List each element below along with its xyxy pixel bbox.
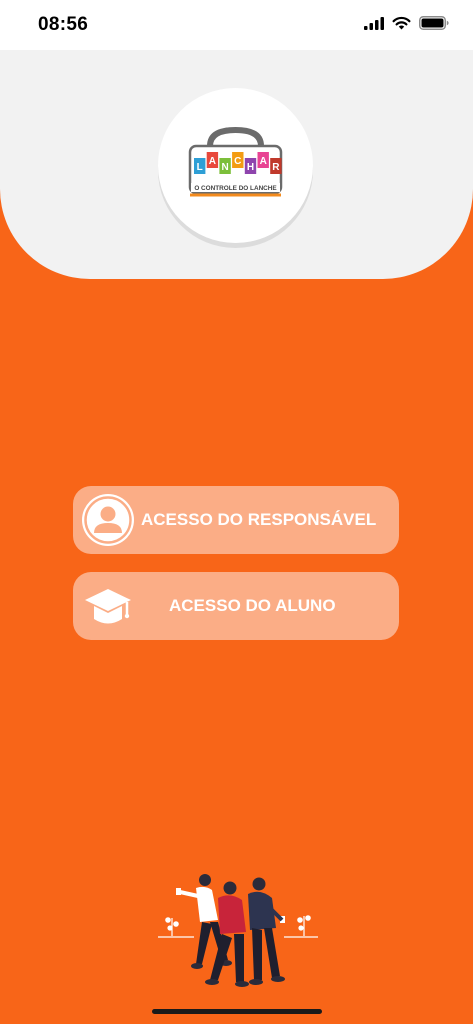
signal-icon: [364, 16, 384, 30]
status-bar: 08:56: [0, 0, 473, 50]
battery-icon: [419, 16, 449, 30]
responsavel-access-button[interactable]: ACESSO DO RESPONSÁVEL: [73, 486, 399, 554]
status-time: 08:56: [38, 14, 89, 35]
logo-letter: A: [260, 156, 267, 167]
responsavel-access-label: ACESSO DO RESPONSÁVEL: [141, 510, 377, 529]
app-logo: LANCHAR O CONTROLE DO LANCHE: [158, 88, 313, 243]
home-indicator[interactable]: [152, 1009, 322, 1014]
plant-left-icon: [158, 917, 194, 938]
graduation-cap-icon: [85, 589, 131, 624]
user-avatar-icon: [82, 494, 134, 546]
logo-letter: H: [247, 162, 254, 173]
lunchbox-logo-icon: LANCHAR O CONTROLE DO LANCHE: [188, 126, 283, 197]
aluno-access-label: ACESSO DO ALUNO: [169, 596, 336, 615]
logo-tagline: O CONTROLE DO LANCHE: [194, 185, 277, 192]
wifi-icon: [392, 16, 411, 30]
logo-letter: C: [234, 156, 241, 167]
plant-right-icon: [284, 915, 318, 938]
aluno-access-button[interactable]: ACESSO DO ALUNO: [73, 572, 399, 640]
logo-letter: A: [209, 156, 216, 167]
logo-letter: N: [221, 162, 228, 173]
status-icons: [364, 16, 449, 30]
logo-letter: R: [272, 162, 280, 173]
student-figure-3: [248, 877, 285, 985]
students-illustration: [158, 874, 318, 987]
logo-letter: L: [197, 162, 203, 173]
